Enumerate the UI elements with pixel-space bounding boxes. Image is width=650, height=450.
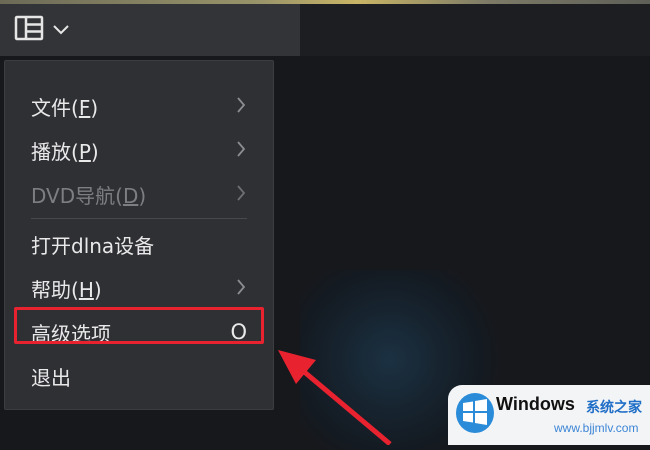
menu-item-play[interactable]: 播放(P): [5, 128, 273, 172]
chevron-right-icon: [235, 139, 247, 164]
menu-item-open-dlna[interactable]: 打开dlna设备: [5, 222, 273, 266]
watermark-site-url: www.bjjmlv.com: [554, 421, 639, 435]
menu-item-help[interactable]: 帮助(H): [5, 266, 273, 310]
chevron-right-icon: [235, 183, 247, 208]
watermark-title: Windows: [496, 394, 575, 414]
menu-item-label: 播放(P): [31, 139, 99, 164]
menu-item-exit[interactable]: 退出: [5, 354, 273, 398]
layout-icon: [14, 15, 44, 45]
video-area-top: [300, 4, 650, 56]
chevron-right-icon: [235, 277, 247, 302]
menu-item-label: 帮助(H): [31, 277, 102, 302]
context-menu: 文件(F) 播放(P) DVD导航(D) 打开dlna设备 帮助(H) 高级选项…: [4, 60, 274, 410]
highlight-box: [14, 307, 264, 344]
menu-item-label: 打开dlna设备: [31, 233, 155, 258]
watermark-site-name: 系统之家: [586, 400, 642, 416]
watermark-badge: Windows 系统之家 www.bjjmlv.com: [448, 385, 650, 445]
menu-item-file[interactable]: 文件(F): [5, 84, 273, 128]
menu-item-label: DVD导航(D): [31, 183, 147, 208]
menu-separator: [31, 218, 247, 219]
chevron-right-icon: [235, 95, 247, 120]
chevron-down-icon: [52, 21, 70, 40]
main-menu-button[interactable]: [14, 15, 70, 45]
menu-item-dvd-navigation[interactable]: DVD导航(D): [5, 172, 273, 216]
annotation-arrow: [270, 340, 410, 449]
menu-item-label: 文件(F): [31, 95, 99, 120]
menu-item-label: 退出: [31, 365, 71, 390]
player-toolbar: [0, 4, 300, 56]
windows-logo-icon: [454, 389, 496, 439]
